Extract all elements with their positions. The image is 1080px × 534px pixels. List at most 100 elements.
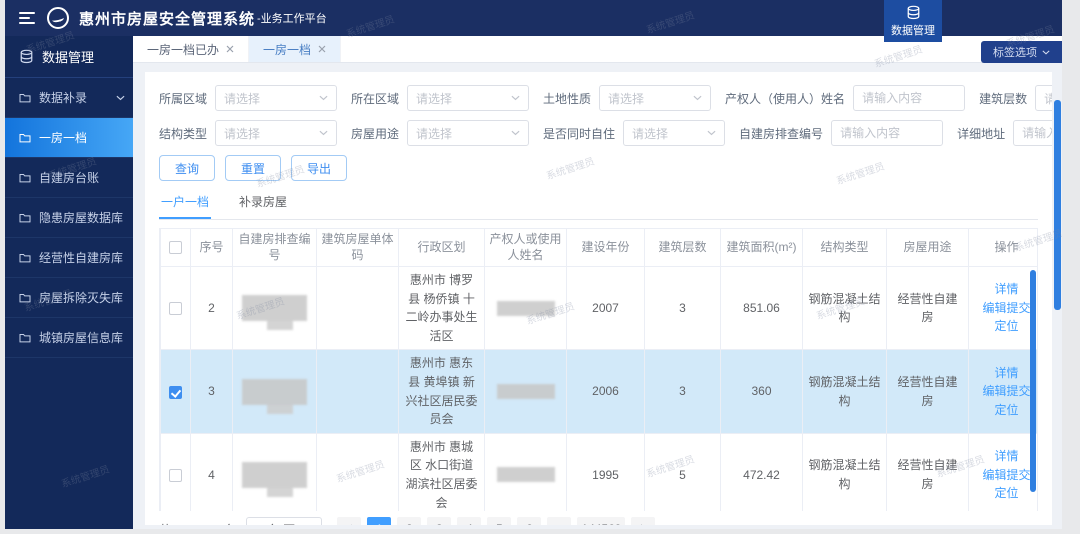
locate-link[interactable]: 定位	[994, 486, 1018, 500]
sidebar-item-4[interactable]: 隐患房屋数据库	[5, 198, 133, 238]
edit-submit-link[interactable]: 编辑提交	[982, 468, 1030, 482]
column-header: 操作	[968, 228, 1037, 267]
filter-group: 所属区域 请选择	[159, 85, 338, 111]
sidebar-item-1[interactable]: 数据补录	[5, 78, 133, 118]
folder-icon	[19, 293, 31, 303]
close-icon	[226, 45, 234, 53]
select-all-checkbox[interactable]	[169, 241, 182, 255]
query-button[interactable]: 查询	[159, 155, 216, 181]
cell-survey-no	[232, 349, 317, 434]
sidebar-item-5[interactable]: 经营性自建房库	[5, 238, 133, 278]
page-size-select[interactable]: 10条/页	[246, 517, 323, 525]
cell-owner	[484, 432, 567, 511]
cell-actions: 详情编辑提交定位	[968, 349, 1037, 434]
folder-icon	[19, 213, 31, 223]
filter-input[interactable]	[853, 85, 966, 111]
filter-group: 自建房排查编号	[739, 120, 944, 146]
filter-select[interactable]: 请选择	[407, 120, 530, 146]
cell-structure: 钢筋混凝土结构	[802, 265, 887, 351]
tag-options-button[interactable]: 标签选项	[981, 41, 1062, 63]
filter-label: 土地性质	[543, 91, 592, 106]
next-page-button[interactable]	[631, 517, 656, 525]
column-header: 房屋用途	[886, 228, 969, 267]
top-nav-data-management[interactable]: 数据管理	[884, 0, 942, 42]
page-scrollbar-thumb[interactable]	[1054, 100, 1061, 310]
filter-select[interactable]: 请选择	[599, 85, 712, 111]
filter-input[interactable]	[831, 120, 944, 146]
filter-label: 详细地址	[957, 126, 1006, 141]
tab-1[interactable]: 一房一档已办	[133, 36, 250, 62]
details-link[interactable]: 详情	[994, 449, 1018, 463]
select-placeholder: 请选择	[1044, 91, 1052, 106]
edit-submit-link[interactable]: 编辑提交	[982, 301, 1030, 315]
page-button-2[interactable]: 2	[397, 517, 422, 525]
sidebar-item-6[interactable]: 房屋拆除灭失库	[5, 278, 133, 318]
table-scrollbar-thumb[interactable]	[1030, 270, 1036, 492]
filter-label: 建筑层数	[979, 91, 1028, 106]
row-checkbox[interactable]	[169, 385, 182, 399]
sidebar-item-7[interactable]: 城镇房屋信息库	[5, 318, 133, 358]
filter-input[interactable]	[1013, 120, 1052, 146]
filter-label: 产权人（使用人）姓名	[725, 91, 846, 106]
filter-select[interactable]: 请选择	[215, 85, 338, 111]
filter-select[interactable]: 请选择	[623, 120, 726, 146]
filter-select[interactable]: 请选择	[1035, 85, 1052, 111]
folder-icon	[19, 173, 31, 183]
page-button-5[interactable]: 5	[487, 517, 512, 525]
sidebar-item-2[interactable]: 一房一档	[5, 118, 133, 158]
database-icon	[19, 49, 34, 64]
cell-owner	[484, 349, 567, 434]
chevron-down-icon	[319, 95, 328, 101]
cell-owner	[484, 265, 567, 351]
column-header: 结构类型	[802, 228, 887, 267]
cell-survey-no	[232, 432, 317, 511]
cell-no: 3	[190, 349, 233, 434]
filter-select[interactable]: 请选择	[215, 120, 338, 146]
app-logo	[47, 7, 69, 29]
column-header: 建筑房屋单体码	[316, 228, 399, 267]
column-header: 序号	[190, 228, 233, 267]
locate-link[interactable]: 定位	[994, 403, 1018, 417]
row-checkbox[interactable]	[169, 302, 182, 316]
cell-year: 2007	[566, 265, 645, 351]
locate-link[interactable]: 定位	[994, 319, 1018, 333]
page-button-144569[interactable]: 144569	[577, 517, 626, 525]
cell-survey-no	[232, 265, 317, 351]
filter-group: 所在区域 请选择	[351, 85, 530, 111]
cell-no: 4	[190, 432, 233, 511]
table-row: 4 惠州市 惠城区 水口街道 湖滨社区居委会 1995 5 472.42 钢筋混凝土结构经…	[160, 432, 1037, 511]
tab-2[interactable]: 一房一档	[249, 36, 342, 62]
export-button[interactable]: 导出	[291, 155, 348, 181]
page-button-3[interactable]: 3	[427, 517, 452, 525]
sidebar-item-label: 房屋拆除灭失库	[39, 291, 124, 305]
data-table-wrapper: 序号 自建房排查编号 建筑房屋单体码 行政区划 产权人或使用人姓名 建设年份 建筑层数 建筑面…	[159, 228, 1038, 511]
sidebar-item-3[interactable]: 自建房台账	[5, 158, 133, 198]
cell-actions: 详情编辑提交定位	[968, 432, 1037, 511]
select-placeholder: 请选择	[224, 91, 261, 106]
reset-button[interactable]: 重置	[225, 155, 282, 181]
page-button-6[interactable]: 6	[517, 517, 542, 525]
details-link[interactable]: 详情	[994, 282, 1018, 296]
filter-group: 房屋用途 请选择	[351, 120, 530, 146]
column-header: 自建房排查编号	[232, 228, 317, 267]
details-link[interactable]: 详情	[994, 366, 1018, 380]
filter-select[interactable]: 请选择	[407, 85, 530, 111]
hamburger-menu-icon[interactable]	[19, 12, 35, 24]
sidebar-item-label: 自建房台账	[39, 171, 100, 185]
page-button-1[interactable]: 1	[367, 517, 392, 525]
prev-page-button[interactable]	[337, 517, 362, 525]
redacted-value	[496, 384, 555, 400]
table-row: 3 惠州市 惠东县 黄埠镇 新兴社区居民委员会 2006 3 360 钢筋混凝土结构 经营性…	[160, 349, 1037, 434]
filter-group: 是否同时自住 请选择	[543, 120, 726, 146]
select-placeholder: 请选择	[416, 91, 453, 106]
page-button-4[interactable]: 4	[457, 517, 482, 525]
edit-submit-link[interactable]: 编辑提交	[982, 384, 1030, 398]
chevron-down-icon	[319, 130, 328, 136]
sidebar-item-label: 隐患房屋数据库	[39, 211, 124, 225]
cell-no: 2	[190, 265, 233, 351]
sidebar: 数据管理 数据补录 一房一档 自建房台账 隐患房屋数据库 经营性自建房库 房屋拆除灭失库城…	[5, 36, 133, 529]
subtab-1[interactable]: 一户一档	[159, 185, 212, 219]
sidebar-item-label: 一房一档	[39, 131, 88, 145]
row-checkbox[interactable]	[169, 468, 182, 482]
subtab-2[interactable]: 补录房屋	[237, 185, 289, 219]
